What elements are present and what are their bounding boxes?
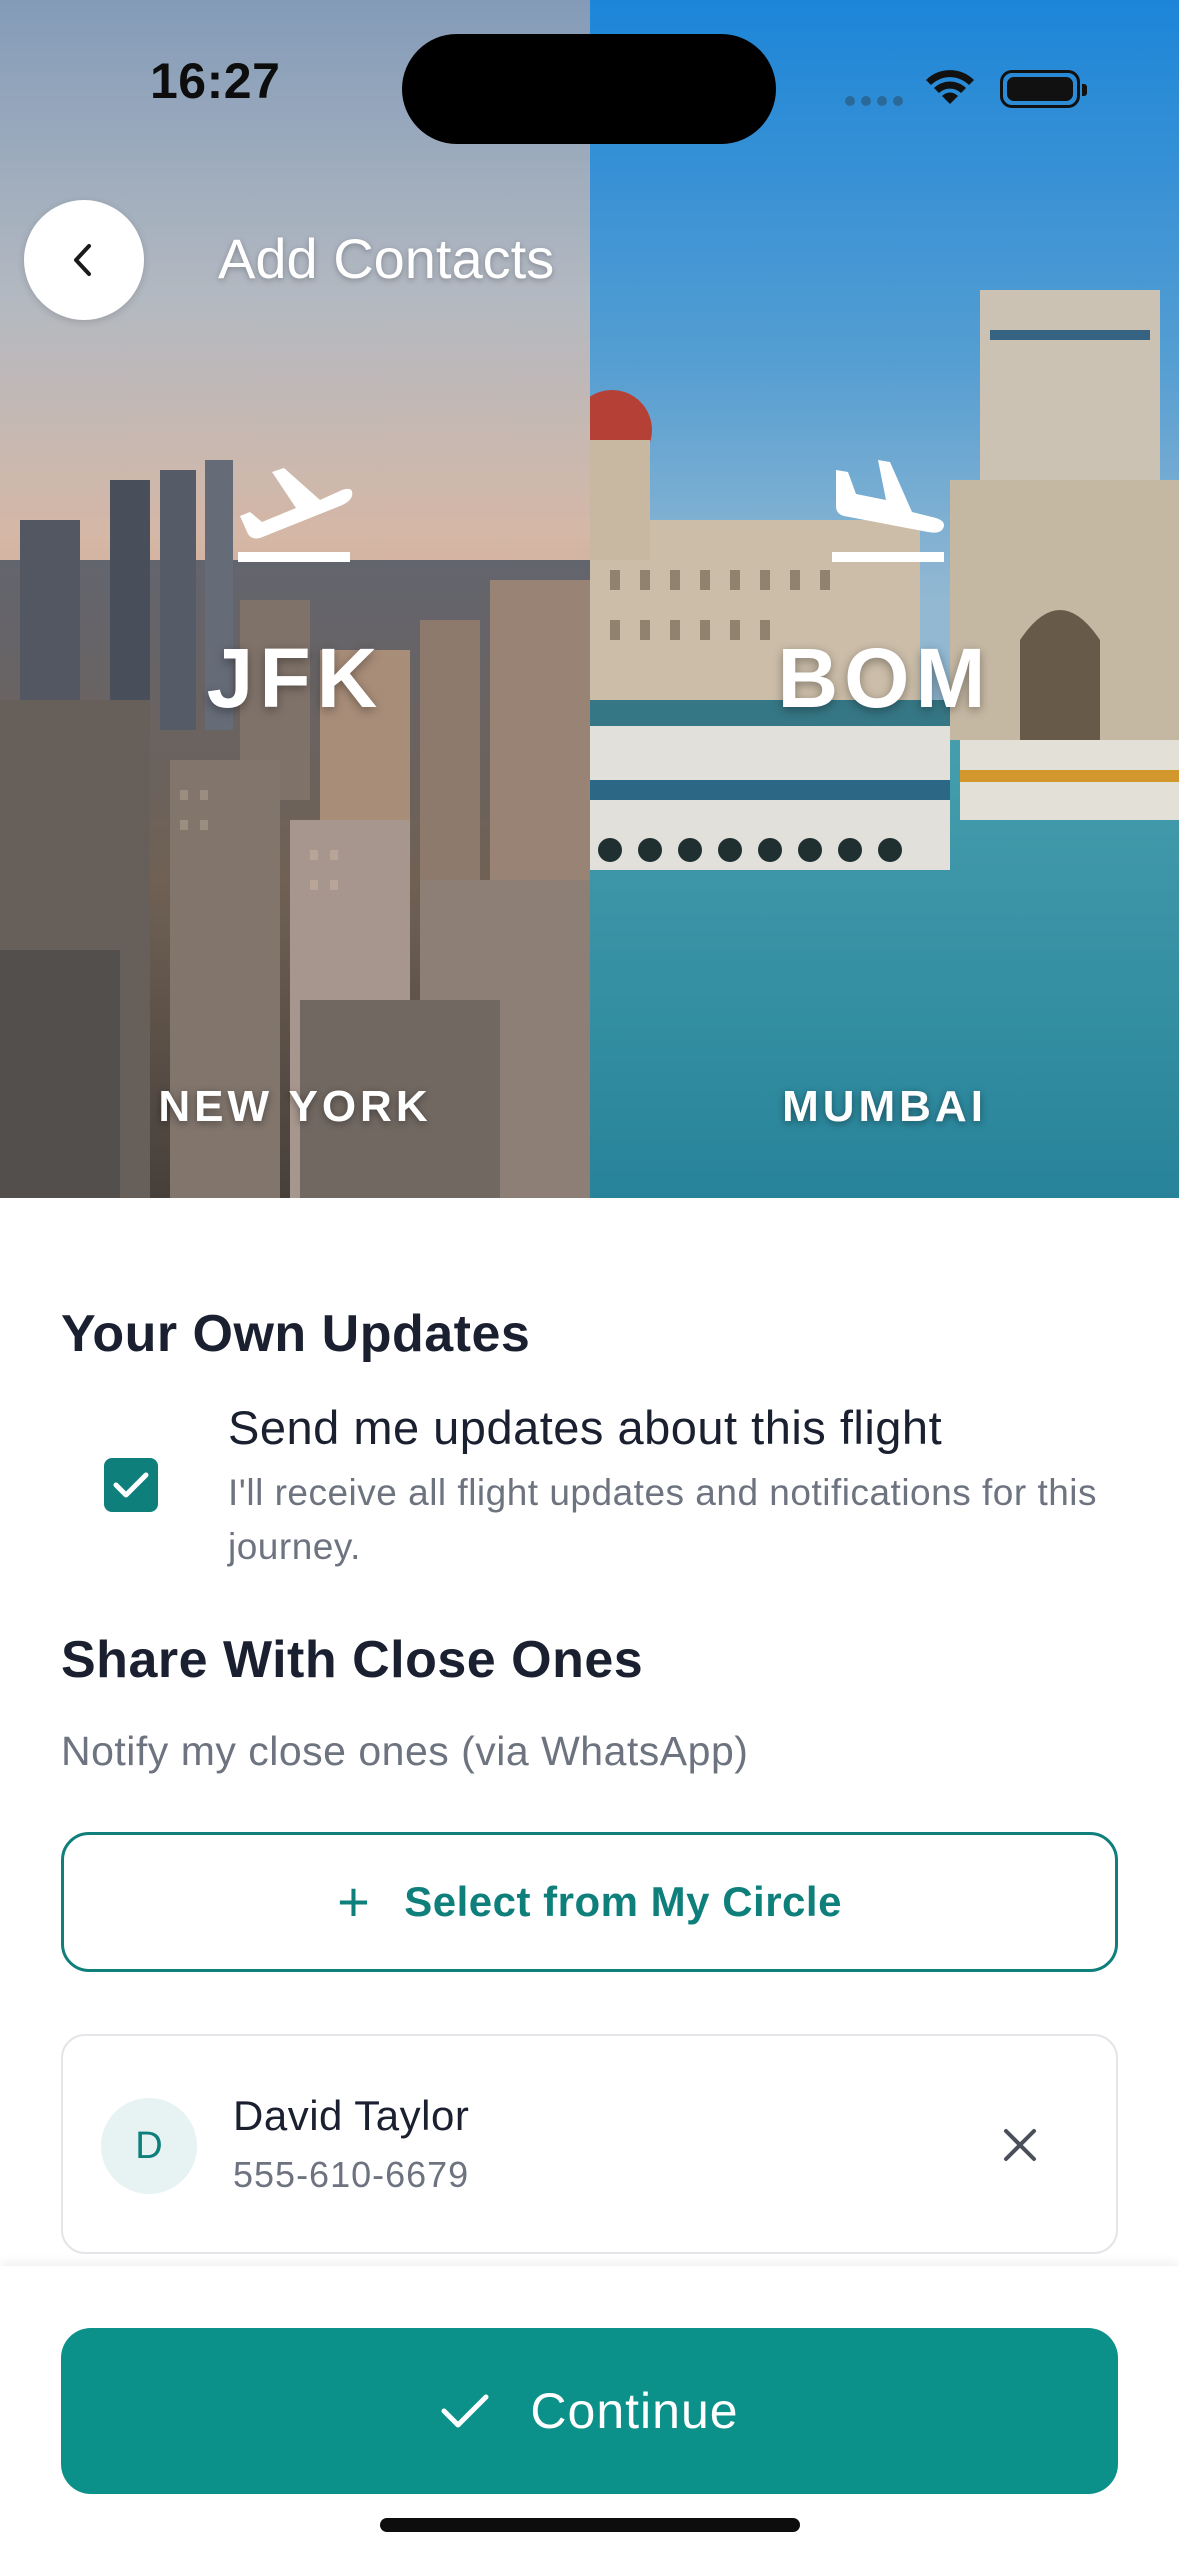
- updates-checkbox[interactable]: [104, 1458, 158, 1512]
- share-title: Share With Close Ones: [61, 1631, 644, 1689]
- updates-option-description: I'll receive all flight updates and noti…: [228, 1472, 1098, 1567]
- check-icon: [113, 1472, 149, 1498]
- remove-contact-button[interactable]: [983, 2108, 1057, 2182]
- continue-label: Continue: [530, 2383, 739, 2439]
- back-icon: [74, 244, 91, 276]
- new-york-image: [0, 0, 590, 1198]
- origin-code: JFK: [206, 631, 384, 725]
- contact-phone: 555-610-6679: [233, 2154, 470, 2195]
- page-title: Add Contacts: [218, 227, 555, 290]
- close-icon: [1004, 2129, 1036, 2161]
- updates-option-label[interactable]: Send me updates about this flight: [228, 1400, 942, 1455]
- battery-icon: [1000, 70, 1087, 108]
- own-updates-title: Your Own Updates: [61, 1305, 531, 1363]
- avatar: D: [101, 2098, 197, 2194]
- dynamic-island: [402, 34, 776, 144]
- check-icon: [440, 2391, 490, 2431]
- destination-city: MUMBAI: [782, 1082, 987, 1131]
- contact-card: D David Taylor 555-610-6679: [61, 2034, 1118, 2254]
- select-from-circle-button[interactable]: + Select from My Circle: [61, 1832, 1118, 1972]
- origin-city: NEW YORK: [158, 1082, 432, 1131]
- mumbai-image: [590, 0, 1179, 1198]
- destination-code: BOM: [777, 631, 992, 725]
- back-button[interactable]: [24, 200, 144, 320]
- contact-name: David Taylor: [233, 2092, 470, 2139]
- footer-bar: Continue: [0, 2266, 1179, 2556]
- status-time: 16:27: [150, 53, 281, 109]
- status-bar: 16:27: [0, 0, 1179, 170]
- plane-arrival-icon: [832, 460, 944, 562]
- route-hero: 16:27 Add Contacts JFK NEW YORK BOM MUMB…: [0, 0, 1179, 1198]
- continue-button[interactable]: Continue: [61, 2328, 1118, 2494]
- wifi-icon: [926, 70, 974, 104]
- home-indicator: [380, 2518, 800, 2532]
- plane-departure-icon: [238, 468, 353, 562]
- share-subtitle: Notify my close ones (via WhatsApp): [61, 1728, 749, 1774]
- cellular-signal-icon: [845, 93, 909, 111]
- select-from-circle-label: Select from My Circle: [404, 1878, 842, 1925]
- plus-icon: +: [337, 1870, 371, 1933]
